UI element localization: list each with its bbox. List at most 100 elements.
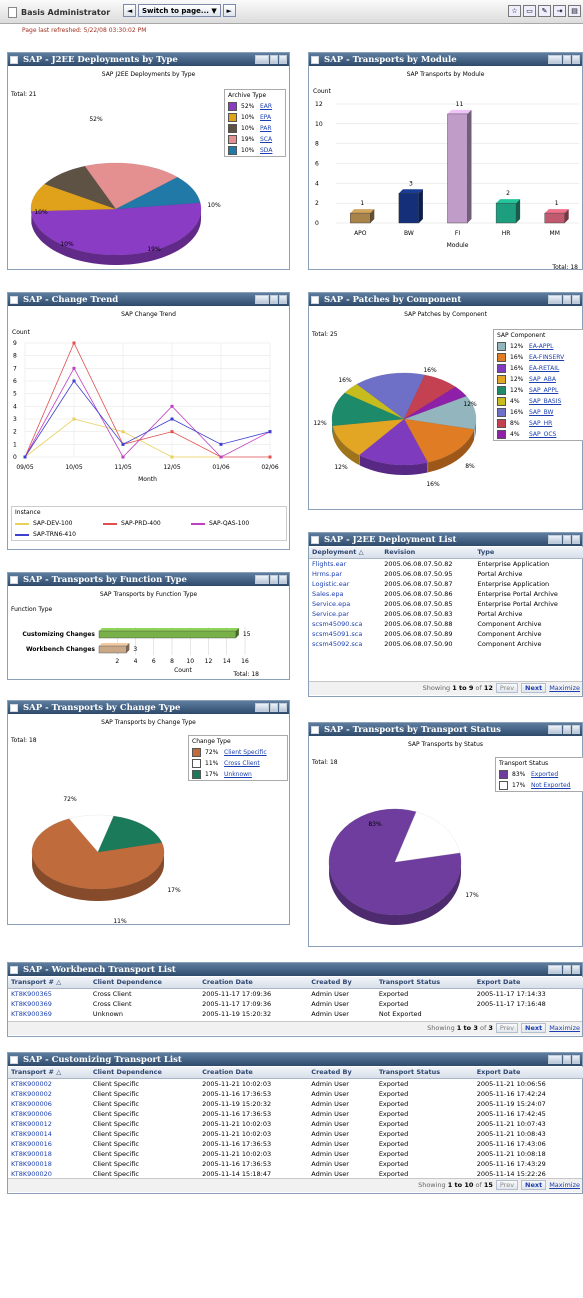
data-point[interactable]: [219, 442, 223, 446]
column-header[interactable]: Deployment △: [309, 547, 382, 559]
legend-link[interactable]: EPA: [260, 114, 271, 121]
bar[interactable]: [447, 113, 468, 224]
legend-link[interactable]: SAP_APPL: [529, 387, 558, 394]
maximize-link[interactable]: Maximize: [549, 684, 580, 692]
legend-link[interactable]: Client Specific: [224, 749, 267, 756]
data-point[interactable]: [72, 417, 76, 421]
data-point[interactable]: [72, 366, 76, 370]
legend-link[interactable]: SAP_BW: [529, 409, 553, 416]
menu-icon[interactable]: [563, 1055, 571, 1064]
row-link[interactable]: KT8K900018: [8, 1159, 90, 1169]
bar[interactable]: [98, 645, 127, 654]
row-link[interactable]: scsm45090.sca: [309, 619, 381, 629]
column-header[interactable]: Transport # △: [8, 1067, 90, 1079]
column-header[interactable]: Export Date: [473, 977, 583, 989]
bar[interactable]: [544, 212, 565, 224]
bar[interactable]: [495, 202, 517, 224]
row-link[interactable]: KT8K900014: [8, 1129, 90, 1139]
data-point[interactable]: [170, 430, 174, 434]
minimize-icon[interactable]: [572, 1055, 580, 1064]
row-link[interactable]: scsm45091.sca: [309, 629, 381, 639]
legend-link[interactable]: EA-RETAIL: [529, 365, 559, 372]
row-link[interactable]: Service.par: [309, 609, 381, 619]
row-link[interactable]: KT8K900018: [8, 1149, 90, 1159]
row-link[interactable]: KT8K900012: [8, 1119, 90, 1129]
menu-icon[interactable]: [563, 965, 571, 974]
row-link[interactable]: scsm45092.sca: [309, 639, 381, 649]
row-link[interactable]: Logistic.ear: [309, 579, 381, 589]
data-point[interactable]: [121, 455, 125, 459]
next-button[interactable]: Next: [521, 1023, 547, 1033]
column-header[interactable]: Created By: [308, 1067, 376, 1079]
bar[interactable]: [398, 193, 420, 224]
column-header[interactable]: Export Date: [473, 1067, 583, 1079]
prev-button[interactable]: Prev: [495, 1023, 519, 1033]
legend-link[interactable]: Exported: [531, 771, 558, 778]
menu-icon[interactable]: [563, 535, 571, 544]
row-link[interactable]: KT8K900020: [8, 1169, 90, 1179]
column-header[interactable]: Transport # △: [8, 977, 90, 989]
legend-link[interactable]: Cross Client: [224, 760, 260, 767]
row-link[interactable]: KT8K900369: [8, 1009, 90, 1019]
minimize-icon[interactable]: [572, 535, 580, 544]
data-point[interactable]: [121, 430, 125, 434]
export-icon[interactable]: ⇥: [553, 5, 566, 17]
maximize-icon[interactable]: [548, 965, 562, 974]
maximize-link[interactable]: Maximize: [549, 1024, 580, 1032]
data-point[interactable]: [170, 417, 174, 421]
print-icon[interactable]: ▤: [568, 5, 581, 17]
row-link[interactable]: KT8K900002: [8, 1078, 90, 1089]
row-link[interactable]: Flights.ear: [309, 558, 381, 569]
next-page-button[interactable]: ►: [222, 4, 236, 17]
row-link[interactable]: Service.epa: [309, 599, 381, 609]
legend-link[interactable]: SAP_BASIS: [529, 398, 561, 405]
column-header[interactable]: Client Dependence: [89, 977, 200, 989]
row-link[interactable]: KT8K900016: [8, 1139, 90, 1149]
edit-icon[interactable]: ✎: [538, 5, 551, 17]
column-header[interactable]: Created By: [308, 977, 376, 989]
row-link[interactable]: KT8K900365: [8, 988, 90, 999]
prev-button[interactable]: Prev: [495, 683, 519, 693]
column-header[interactable]: Client Dependence: [89, 1067, 200, 1079]
legend-link[interactable]: SAP_OCS: [529, 431, 556, 438]
legend-link[interactable]: SAP_HR: [529, 420, 552, 427]
row-link[interactable]: KT8K900006: [8, 1099, 90, 1109]
row-link[interactable]: KT8K900369: [8, 999, 90, 1009]
minimize-icon[interactable]: [572, 965, 580, 974]
legend-link[interactable]: SDA: [260, 147, 272, 154]
data-point[interactable]: [72, 341, 76, 345]
column-header[interactable]: Revision: [381, 547, 475, 559]
bar[interactable]: [98, 630, 237, 639]
legend-link[interactable]: Unknown: [224, 771, 252, 778]
next-button[interactable]: Next: [521, 1180, 547, 1190]
legend-link[interactable]: EA-APPL: [529, 343, 553, 350]
favorite-icon[interactable]: ☆: [508, 5, 521, 17]
row-link[interactable]: KT8K900006: [8, 1109, 90, 1119]
data-point[interactable]: [268, 455, 272, 459]
legend-link[interactable]: Not Exported: [531, 782, 571, 789]
data-point[interactable]: [72, 379, 76, 383]
data-point[interactable]: [170, 404, 174, 408]
row-link[interactable]: Hrms.par: [309, 569, 381, 579]
legend-link[interactable]: EA-FINSERV: [529, 354, 564, 361]
column-header[interactable]: Transport Status: [375, 1067, 474, 1079]
data-point[interactable]: [170, 455, 174, 459]
prev-button[interactable]: Prev: [495, 1180, 519, 1190]
maximize-link[interactable]: Maximize: [549, 1181, 580, 1189]
legend-link[interactable]: EAR: [260, 103, 272, 110]
row-link[interactable]: KT8K900002: [8, 1089, 90, 1099]
legend-link[interactable]: PAR: [260, 125, 272, 132]
data-point[interactable]: [121, 442, 125, 446]
row-link[interactable]: Sales.epa: [309, 589, 381, 599]
maximize-icon[interactable]: [548, 1055, 562, 1064]
maximize-icon[interactable]: [548, 535, 562, 544]
column-header[interactable]: Creation Date: [199, 977, 309, 989]
data-point[interactable]: [219, 455, 223, 459]
legend-link[interactable]: SCA: [260, 136, 272, 143]
data-point[interactable]: [23, 455, 27, 459]
switch-page-dropdown[interactable]: Switch to page... ▼: [138, 4, 221, 17]
column-header[interactable]: Transport Status: [375, 977, 474, 989]
prev-page-button[interactable]: ◄: [123, 4, 136, 17]
data-point[interactable]: [268, 430, 272, 434]
bar[interactable]: [350, 212, 371, 224]
